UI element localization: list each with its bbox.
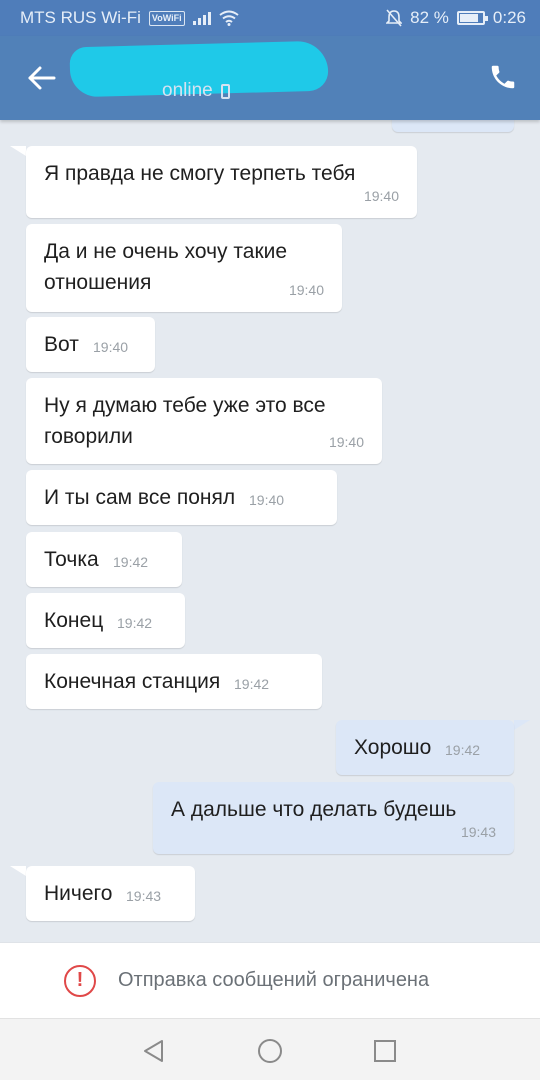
message-text: Конечная станция — [44, 670, 221, 693]
message-time: 19:43 — [126, 888, 162, 904]
bubble-tail — [514, 720, 530, 730]
message-incoming[interactable]: И ты сам все понял 19:40 — [26, 470, 337, 525]
message-incoming[interactable]: Конец 19:42 — [26, 593, 185, 648]
message-text: Конец — [44, 609, 104, 632]
message-text: Ничего — [44, 882, 113, 905]
message-outgoing[interactable]: Хорошо 19:42 — [336, 720, 514, 775]
bubble-tail — [10, 866, 26, 876]
message-outgoing[interactable]: А дальше что делать будешь 19:43 — [153, 782, 514, 854]
carrier-label: MTS RUS Wi-Fi — [20, 8, 141, 27]
signal-icon — [192, 11, 211, 25]
message-time: 19:40 — [249, 492, 285, 508]
message-incoming[interactable]: Вот 19:40 — [26, 317, 155, 372]
status-bar: MTS RUS Wi-Fi VoWiFi 82 % 0:26 — [0, 0, 540, 36]
message-time: 19:42 — [113, 554, 149, 570]
message-text: Хорошо — [354, 736, 432, 759]
mobile-device-icon — [220, 83, 230, 99]
message-text: Ну я думаю тебе уже это все говорили — [44, 394, 326, 448]
battery-icon — [456, 11, 488, 25]
mute-icon — [386, 9, 403, 27]
message-incoming[interactable]: Ну я думаю тебе уже это все говорили 19:… — [26, 378, 382, 464]
message-time: 19:42 — [445, 742, 481, 758]
nav-recents-icon[interactable] — [371, 1037, 399, 1065]
clock: 0:26 — [492, 8, 526, 27]
message-text: Точка — [44, 548, 99, 571]
message-text: И ты сам все понял — [44, 486, 236, 509]
message-text: А дальше что делать будешь — [171, 798, 457, 821]
message-incoming[interactable]: Ничего 19:43 — [26, 866, 195, 921]
message-incoming[interactable]: Да и не очень хочу такие отношения 19:40 — [26, 224, 342, 312]
bubble-tail — [10, 146, 26, 156]
message-outgoing[interactable]: 19:39 — [392, 120, 514, 132]
message-time: 19:42 — [234, 676, 270, 692]
alert-icon: ! — [64, 964, 96, 997]
battery-percent: 82 % — [410, 8, 449, 27]
message-incoming[interactable]: Я правда не смогу терпеть тебя 19:40 — [26, 146, 417, 218]
message-list[interactable]: 19:39 Я правда не смогу терпеть тебя 19:… — [0, 120, 540, 942]
phone-icon[interactable] — [488, 62, 518, 92]
message-time: 19:42 — [117, 615, 153, 631]
nav-home-icon[interactable] — [256, 1037, 284, 1065]
system-navigation-bar — [0, 1018, 540, 1080]
restriction-label: Отправка сообщений ограничена — [118, 969, 430, 991]
message-text: Я правда не смогу терпеть тебя — [44, 162, 356, 185]
message-time: 19:40 — [93, 339, 129, 355]
message-time: 19:40 — [288, 282, 324, 298]
message-time: 19:40 — [328, 434, 364, 450]
message-time: 19:43 — [460, 824, 496, 840]
message-time: 19:40 — [363, 188, 399, 204]
nav-back-icon[interactable] — [140, 1037, 168, 1065]
wifi-icon — [219, 10, 239, 26]
message-incoming[interactable]: Точка 19:42 — [26, 532, 182, 587]
message-incoming[interactable]: Конечная станция 19:42 — [26, 654, 322, 709]
online-label: online — [162, 80, 213, 101]
messaging-restricted-banner: ! Отправка сообщений ограничена — [0, 942, 540, 1018]
message-text: Да и не очень хочу такие отношения — [44, 240, 288, 294]
vowifi-badge: VoWiFi — [148, 10, 185, 26]
contact-status: online — [162, 80, 230, 102]
message-text: Вот — [44, 333, 79, 356]
chat-header: online — [0, 36, 540, 120]
arrow-left-icon[interactable] — [24, 60, 60, 96]
message-time: 19:39 — [461, 120, 496, 130]
